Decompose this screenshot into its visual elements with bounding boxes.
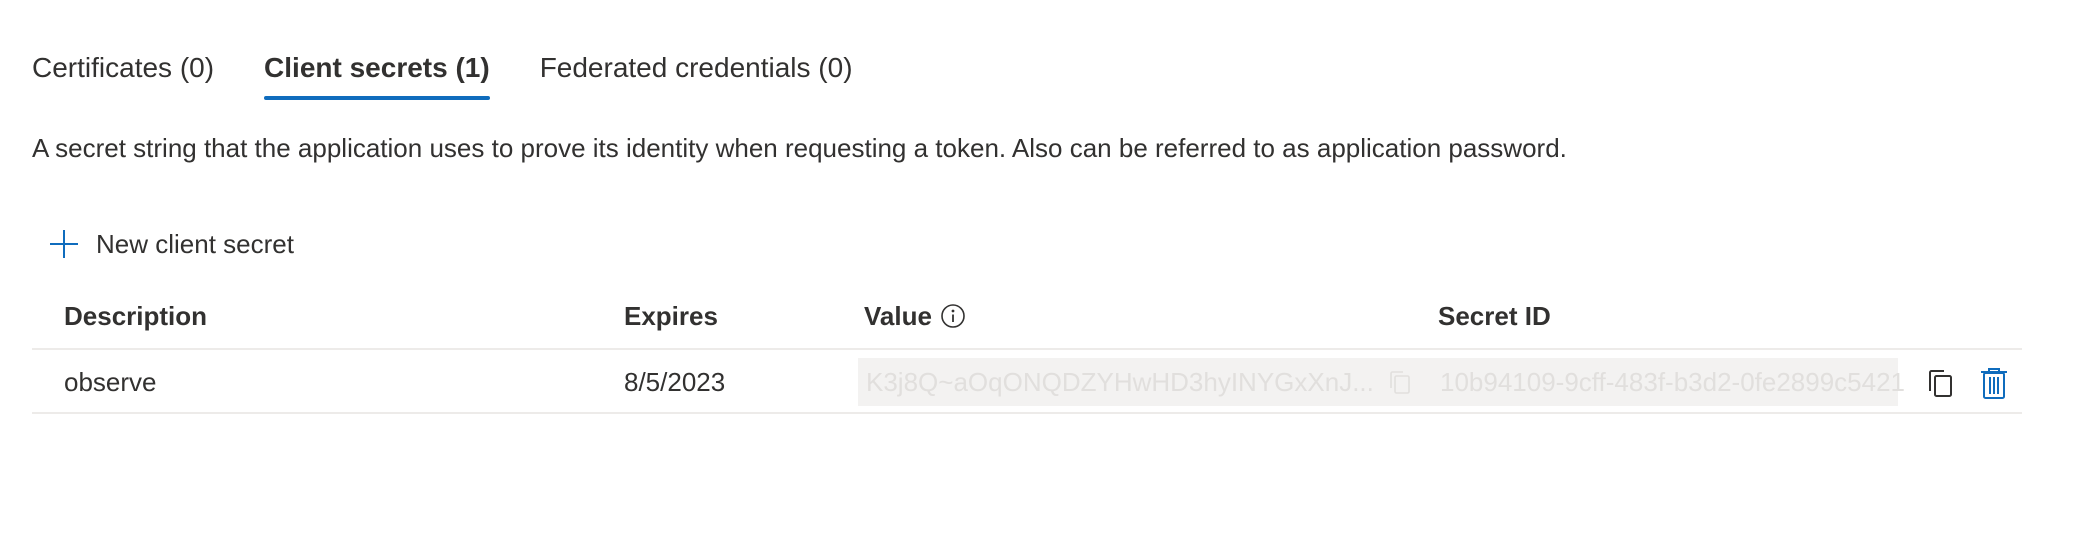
column-header-expires: Expires [624,301,718,331]
trash-icon[interactable] [1978,366,2010,400]
copy-icon[interactable] [1924,366,1956,400]
new-client-secret-label: New client secret [96,228,294,259]
secret-id-cell: 10b94109-9cff-483f-b3d2-0fe2899c5421 [1440,367,1906,397]
column-header-secret-id: Secret ID [1438,301,1551,331]
column-header-value-label: Value [864,301,932,331]
tab-certificates[interactable]: Certificates (0) [32,48,214,100]
table-header-row: Description Expires Value Secret ID [32,288,2022,350]
column-header-value: Value [864,298,966,334]
secret-description-cell: observe [64,367,157,397]
copy-value-icon[interactable] [1386,368,1414,396]
section-description: A secret string that the application use… [32,133,1567,163]
info-icon[interactable] [940,303,966,329]
secret-expires-cell: 8/5/2023 [624,367,726,397]
table-row: observe 8/5/2023 K3j8Q~aOqONQDZYHwHD3hyI… [32,350,2022,414]
new-client-secret-button[interactable]: New client secret [48,222,294,266]
tab-list: Certificates (0) Client secrets (1) Fede… [32,48,903,100]
client-secrets-table: Description Expires Value Secret ID obse… [32,288,2022,414]
plus-icon [50,230,78,258]
tab-federated-credentials[interactable]: Federated credentials (0) [540,48,853,100]
tab-client-secrets[interactable]: Client secrets (1) [264,48,490,100]
secret-value-cell: K3j8Q~aOqONQDZYHwHD3hyINYGxXnJ... [866,367,1374,397]
column-header-description: Description [64,301,208,331]
